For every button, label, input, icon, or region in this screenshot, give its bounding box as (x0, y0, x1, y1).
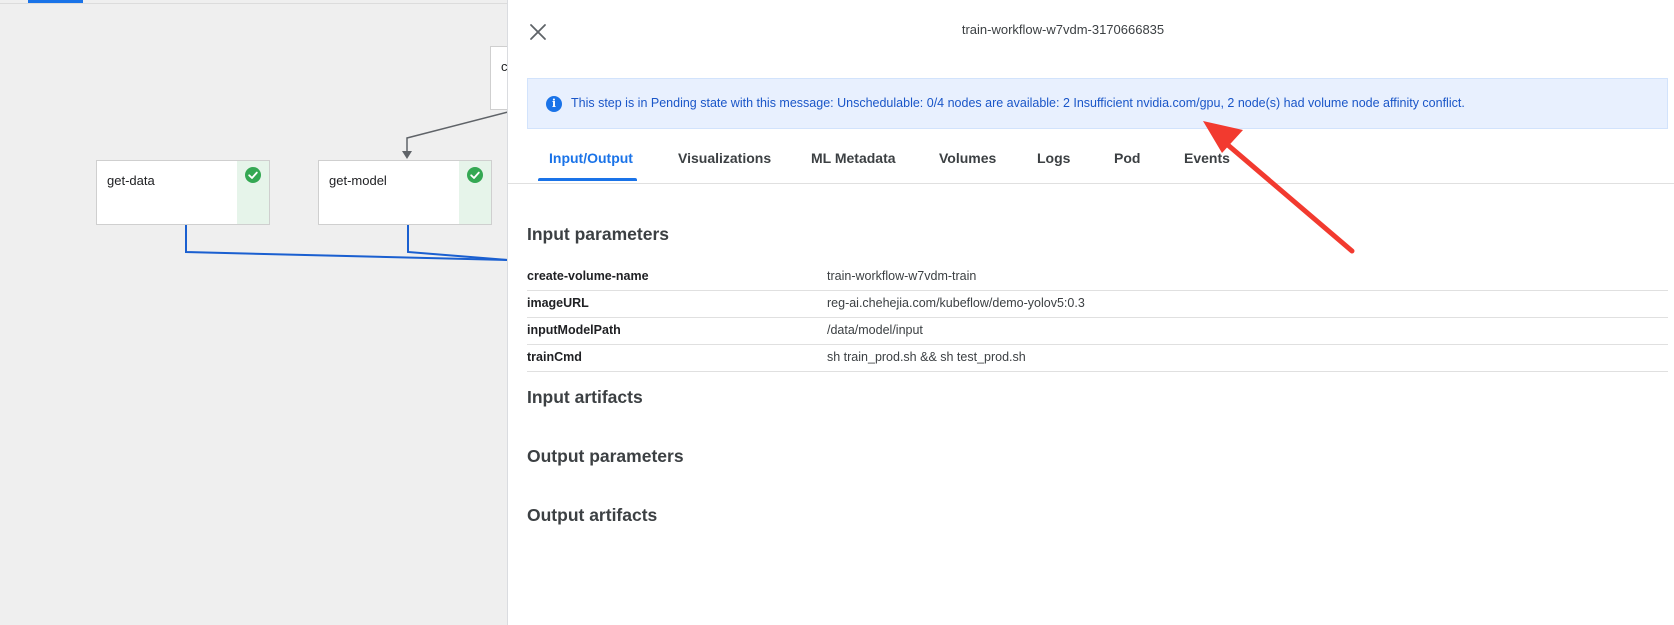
check-circle-icon (467, 167, 483, 183)
param-key: imageURL (527, 296, 589, 310)
param-value: train-workflow-w7vdm-train (827, 269, 977, 283)
section-input-artifacts: Input artifacts (527, 387, 643, 407)
tab-input-output[interactable]: Input/Output (549, 150, 633, 166)
tab-logs[interactable]: Logs (1037, 150, 1070, 166)
table-row: trainCmd sh train_prod.sh && sh test_pro… (527, 345, 1668, 372)
node-label: get-data (107, 173, 155, 188)
section-output-artifacts: Output artifacts (527, 505, 658, 525)
graph-node-partial[interactable]: c (490, 46, 508, 110)
tab-ml-metadata[interactable]: ML Metadata (811, 150, 896, 166)
edge-arrowhead-icon (402, 151, 412, 159)
step-details-panel: train-workflow-w7vdm-3170666835 i This s… (507, 0, 1674, 625)
param-key: trainCmd (527, 350, 582, 364)
node-label: get-model (329, 173, 387, 188)
tab-pod[interactable]: Pod (1114, 150, 1140, 166)
input-parameters-table: create-volume-name train-workflow-w7vdm-… (527, 264, 1668, 372)
graph-node-get-data[interactable]: get-data (96, 160, 270, 225)
tabs-divider (508, 183, 1674, 184)
table-row: inputModelPath /data/model/input (527, 318, 1668, 345)
app-root: c get-data get-model train-workflow-w7vd… (0, 0, 1674, 625)
table-row: create-volume-name train-workflow-w7vdm-… (527, 264, 1668, 291)
param-value: sh train_prod.sh && sh test_prod.sh (827, 350, 1026, 364)
param-key: inputModelPath (527, 323, 621, 337)
tab-visualizations[interactable]: Visualizations (678, 150, 771, 166)
tab-events[interactable]: Events (1184, 150, 1230, 166)
section-output-parameters: Output parameters (527, 446, 684, 466)
tab-volumes[interactable]: Volumes (939, 150, 996, 166)
edge-to-get-model (406, 111, 508, 154)
param-value: /data/model/input (827, 323, 923, 337)
check-circle-icon (245, 167, 261, 183)
graph-node-get-model[interactable]: get-model (318, 160, 492, 225)
param-value: reg-ai.chehejia.com/kubeflow/demo-yolov5… (827, 296, 1085, 310)
graph-edges (185, 111, 508, 261)
pipeline-graph-canvas[interactable]: c get-data get-model (0, 0, 508, 625)
edge-from-get-model (407, 225, 508, 261)
active-tab-underline (538, 178, 637, 181)
node-status-strip (459, 161, 491, 224)
banner-message: This step is in Pending state with this … (571, 96, 1465, 110)
info-icon: i (546, 96, 562, 112)
table-row: imageURL reg-ai.chehejia.com/kubeflow/de… (527, 291, 1668, 318)
edge-from-get-data (185, 225, 508, 261)
pending-info-banner: i This step is in Pending state with thi… (527, 78, 1668, 129)
panel-title: train-workflow-w7vdm-3170666835 (961, 22, 1165, 37)
section-input-parameters: Input parameters (527, 224, 669, 244)
param-key: create-volume-name (527, 269, 649, 283)
node-status-strip (237, 161, 269, 224)
